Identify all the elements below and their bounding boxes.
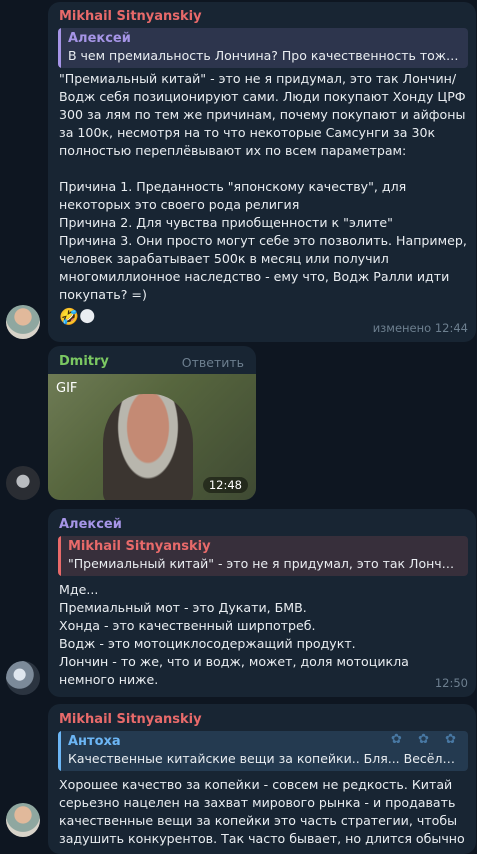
message-sender[interactable]: Алексей (59, 517, 122, 532)
reply-preview[interactable]: Алексей В чем премиальность Лончина? Про… (58, 28, 468, 68)
reply-preview[interactable]: Mikhail Sitnyanskiy "Премиальный китай" … (58, 536, 468, 576)
message-time: изменено 12:44 (372, 321, 468, 335)
gif-label: GIF (56, 381, 78, 396)
message-sender[interactable]: Dmitry (59, 354, 109, 369)
reply-author: Алексей (68, 31, 131, 46)
avatar-mikhail[interactable] (6, 803, 40, 837)
message-text: Мде... Премиальный мот - это Дукати, БМВ… (59, 582, 409, 687)
message-bubble-2[interactable]: Dmitry Ответить GIF 12:48 (48, 346, 256, 500)
reply-decoration-icon: ✿ ✿ ✿ (391, 732, 462, 747)
gif-figure (103, 394, 193, 500)
reply-bar (58, 536, 61, 576)
avatar-aleksey[interactable] (6, 661, 40, 695)
gif-thumbnail[interactable]: GIF 12:48 (48, 374, 256, 500)
message-text: Хорошее качество за копейки - совсем не … (59, 777, 465, 846)
reply-text: В чем премиальность Лончина? Про качеств… (68, 48, 460, 63)
avatar-dmitry[interactable] (6, 466, 40, 500)
reaction-emoji[interactable]: 🤣🌑 (59, 307, 96, 327)
message-bubble-1[interactable]: Mikhail Sitnyanskiy Алексей В чем премиа… (48, 2, 476, 342)
reply-bar (58, 28, 61, 68)
reply-text: "Премиальный китай" - это не я придумал,… (68, 556, 460, 571)
reply-author: Mikhail Sitnyanskiy (68, 539, 211, 554)
message-bubble-3[interactable]: Алексей Mikhail Sitnyanskiy "Премиальный… (48, 509, 476, 697)
message-time: 12:48 (202, 477, 248, 493)
reply-action-button[interactable]: Ответить (182, 355, 244, 370)
message-sender[interactable]: Mikhail Sitnyanskiy (59, 9, 202, 24)
message-sender[interactable]: Mikhail Sitnyanskiy (59, 712, 202, 727)
avatar-mikhail[interactable] (6, 305, 40, 339)
message-time: 12:50 (434, 676, 468, 690)
reply-text: Качественные китайские вещи за копейки..… (68, 751, 460, 766)
message-text: "Премиальный китай" - это не я придумал,… (59, 71, 467, 302)
message-bubble-4[interactable]: Mikhail Sitnyanskiy Антоха Качественные … (48, 704, 476, 854)
reply-bar (58, 731, 61, 771)
